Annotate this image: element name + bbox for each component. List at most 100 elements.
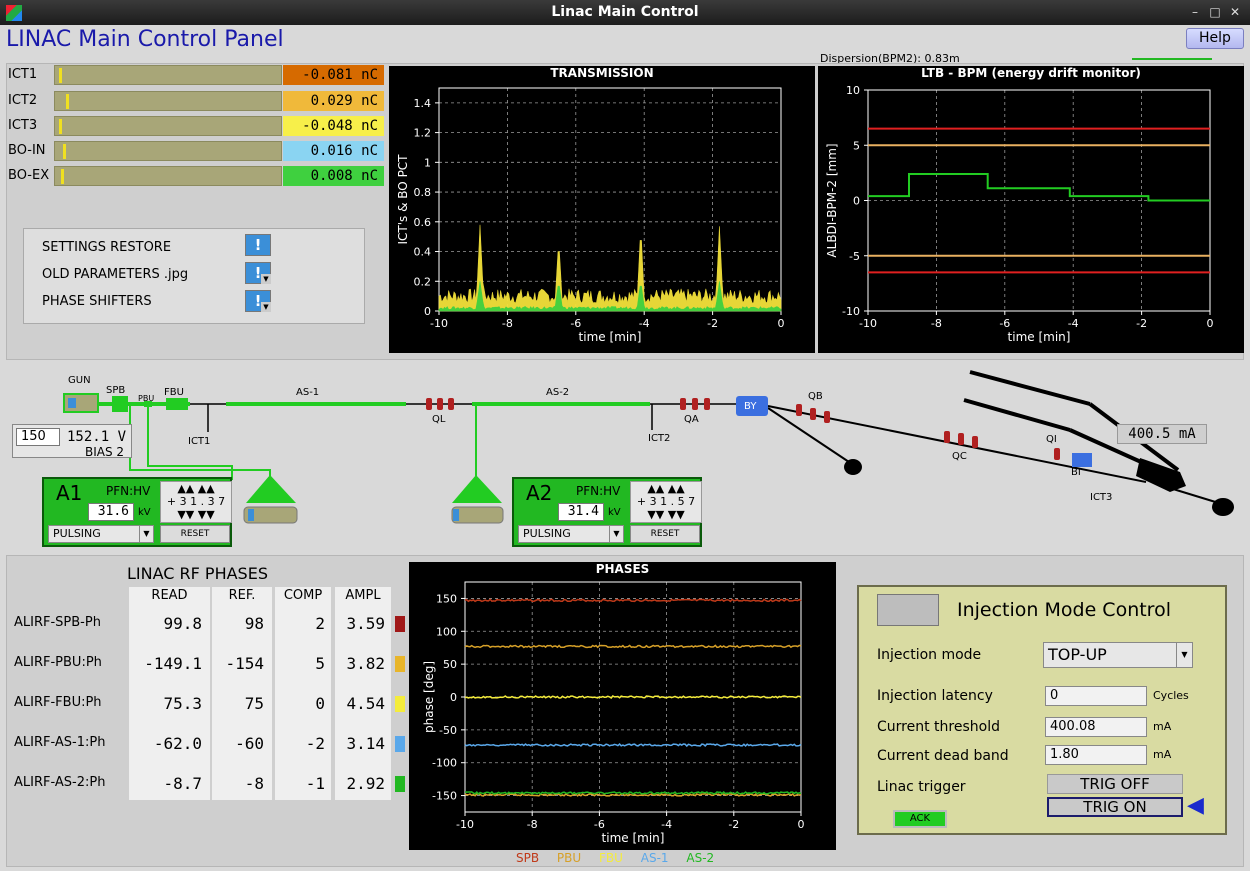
- amplifier-a1: A1 PFN:HV 31.6 kV ▲▲ ▲▲ + 3 1 . 3 7 ▼▼ ▼…: [42, 477, 232, 547]
- gun-setpoint-input[interactable]: 150: [16, 428, 60, 446]
- series-line: [868, 173, 1210, 202]
- bi-block[interactable]: [1072, 453, 1092, 467]
- fbu-block[interactable]: [166, 398, 188, 410]
- amp-name: A2: [526, 481, 553, 505]
- stepper-down-arrows[interactable]: ▼▼ ▼▼: [161, 508, 231, 521]
- transmission-plot: TRANSMISSION -10 -8 -6 -4 -2 0 0 0.2 0.4 0.6 0.8 1 1…: [389, 66, 815, 353]
- x-tick-label: 0: [778, 317, 785, 330]
- stepper-up-arrows[interactable]: ▲▲ ▲▲: [161, 482, 231, 495]
- mode-select[interactable]: PULSING ▼: [518, 525, 624, 543]
- y-tick-label: -5: [849, 250, 860, 263]
- exclamation-icon: [248, 509, 254, 521]
- threshold-input[interactable]: 400.08: [1045, 717, 1147, 737]
- deadband-input[interactable]: 1.80: [1045, 745, 1147, 765]
- phase-ref: -8: [244, 774, 264, 793]
- charge-level-marker: [59, 119, 62, 134]
- charge-bar: [54, 91, 282, 111]
- minimize-icon[interactable]: –: [1186, 4, 1204, 20]
- chevron-down-icon: ▼: [261, 302, 271, 312]
- phase-color-swatch: [395, 736, 405, 752]
- header-ref: REF.: [228, 588, 256, 603]
- y-axis-label: phase [deg]: [422, 661, 436, 733]
- y-tick-label: 100: [436, 625, 457, 638]
- x-tick-label: -8: [527, 818, 538, 831]
- y-tick-label: 1.2: [414, 127, 432, 140]
- old-parameters-button[interactable]: ! ▼: [245, 262, 271, 284]
- phase-color-swatch: [395, 696, 405, 712]
- close-icon[interactable]: ✕: [1226, 4, 1244, 20]
- old-parameters-label: OLD PARAMETERS .jpg: [42, 267, 189, 282]
- x-axis-label: time [min]: [1008, 330, 1071, 344]
- reset-button[interactable]: RESET: [160, 525, 230, 543]
- phase-color-swatch: [395, 616, 405, 632]
- phase-shifters-button[interactable]: ! ▼: [245, 290, 271, 312]
- digit-stepper[interactable]: ▲▲ ▲▲ + 3 1 . 5 7 ▼▼ ▼▼: [630, 481, 702, 523]
- phase-row-name: ALIRF-FBU:Ph: [14, 695, 102, 710]
- mode-label: Injection mode: [877, 647, 982, 663]
- bpm-chart: -10 -8 -6 -4 -2 0 -10 -5 0 5 10 time [min] ALBDI-BPM…: [825, 84, 1214, 344]
- phase-color-swatch: [395, 656, 405, 672]
- gun-label: GUN: [68, 375, 91, 386]
- y-tick-label: 1: [424, 156, 431, 169]
- settings-restore-button[interactable]: !: [245, 234, 271, 256]
- help-button[interactable]: Help: [1186, 28, 1244, 49]
- reset-button[interactable]: RESET: [630, 525, 700, 543]
- series-line: [464, 644, 802, 649]
- pfn-label: PFN:HV: [576, 484, 621, 498]
- phase-read: -149.1: [144, 654, 202, 673]
- mode-select[interactable]: PULSING ▼: [48, 525, 154, 543]
- charge-value: -0.048 nC: [283, 116, 384, 136]
- as1-label: AS-1: [296, 387, 320, 398]
- gun-bias-box: 150 152.1 V BIAS 2: [12, 424, 132, 459]
- charge-bar: [54, 166, 282, 186]
- ql-label: QL: [432, 414, 446, 425]
- injection-mode-select[interactable]: TOP-UP ▼: [1043, 642, 1193, 668]
- amp-name: A1: [56, 481, 83, 505]
- x-tick-label: -2: [1136, 317, 1147, 330]
- y-tick-label: 0.6: [414, 216, 432, 229]
- charge-label: BO-EX: [8, 168, 50, 183]
- phase-ref: 75: [244, 694, 264, 713]
- y-tick-label: 0.4: [414, 246, 432, 259]
- x-tick-label: 0: [1207, 317, 1214, 330]
- settings-restore-label: SETTINGS RESTORE: [42, 240, 172, 255]
- trigger-label: Linac trigger: [877, 779, 966, 795]
- trig-off-button[interactable]: TRIG OFF: [1047, 774, 1183, 794]
- header-read: READ: [151, 588, 188, 603]
- latency-input[interactable]: 0: [1045, 686, 1147, 706]
- trig-on-button[interactable]: TRIG ON: [1047, 797, 1183, 817]
- y-tick-label: 0.8: [414, 186, 432, 199]
- phase-ampl: 3.59: [346, 614, 385, 633]
- bpm-plot: LTB - BPM (energy drift monitor) -10 -8 -6…: [818, 66, 1244, 353]
- latency-label: Injection latency: [877, 688, 993, 704]
- phase-row-name: ALIRF-AS-2:Ph: [14, 775, 106, 790]
- injection-title: Injection Mode Control: [957, 599, 1171, 621]
- fbu-label: FBU: [164, 387, 184, 398]
- y-tick-label: -10: [842, 305, 860, 318]
- dispersion-indicator: [1132, 58, 1212, 60]
- phase-row-name: ALIRF-AS-1:Ph: [14, 735, 106, 750]
- phase-read: -62.0: [153, 734, 202, 753]
- ack-button[interactable]: ACK: [893, 810, 947, 828]
- window-title: Linac Main Control: [551, 4, 699, 20]
- digit-stepper[interactable]: ▲▲ ▲▲ + 3 1 . 3 7 ▼▼ ▼▼: [160, 481, 232, 523]
- stepper-up-arrows[interactable]: ▲▲ ▲▲: [631, 482, 701, 495]
- charge-label: ICT2: [8, 93, 38, 108]
- plot-frame: [438, 87, 782, 312]
- maximize-icon[interactable]: □: [1206, 4, 1224, 20]
- stepper-digits: + 3 1 . 3 7: [166, 495, 226, 508]
- exclamation-icon: [68, 398, 76, 408]
- x-axis-label: time [min]: [602, 831, 665, 845]
- charge-bar: [54, 65, 282, 85]
- latency-unit: Cycles: [1153, 689, 1189, 702]
- phase-shifters-label: PHASE SHIFTERS: [42, 294, 152, 309]
- header-comp: COMP: [283, 588, 323, 603]
- charge-value: 0.016 nC: [283, 141, 384, 161]
- y-axis-label: ICT's & BO PCT: [396, 154, 410, 245]
- stepper-down-arrows[interactable]: ▼▼ ▼▼: [631, 508, 701, 521]
- spb-block[interactable]: [112, 396, 128, 412]
- a2-slider[interactable]: [451, 506, 504, 524]
- kv-input[interactable]: 31.6: [88, 503, 134, 521]
- x-tick-label: -4: [1068, 317, 1079, 330]
- kv-input[interactable]: 31.4: [558, 503, 604, 521]
